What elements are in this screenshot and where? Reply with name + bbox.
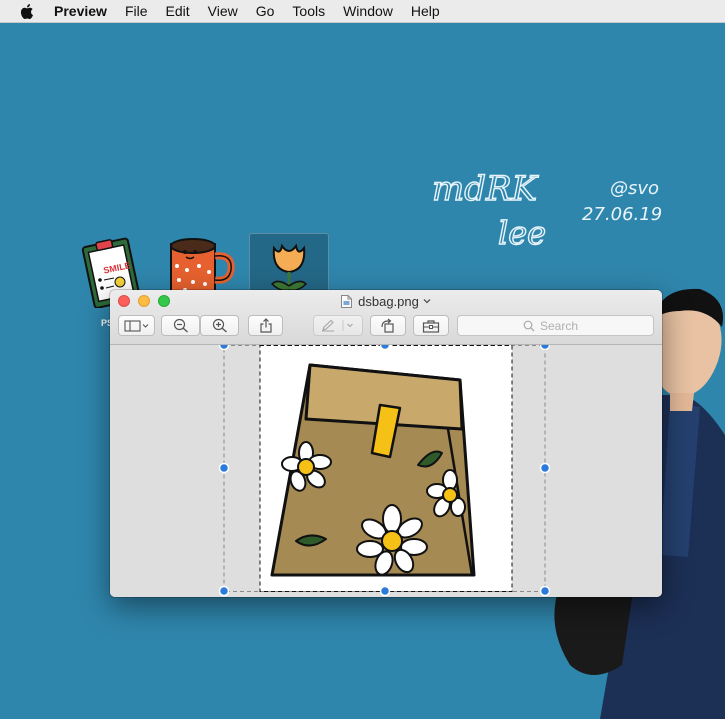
menu-tools[interactable]: Tools <box>292 3 325 19</box>
image-selection-area[interactable] <box>110 345 662 597</box>
menu-app-preview[interactable]: Preview <box>54 3 107 19</box>
markup-button[interactable] <box>313 315 363 336</box>
pen-icon <box>322 319 353 332</box>
share-button[interactable] <box>248 315 283 336</box>
toolbox-button[interactable] <box>413 315 449 336</box>
signature-date: 27.06.19 <box>582 204 662 225</box>
zoom-out-button[interactable] <box>161 315 200 336</box>
png-document-icon <box>341 294 353 308</box>
menu-edit[interactable]: Edit <box>166 3 190 19</box>
share-icon <box>259 318 272 333</box>
coffee-mug-icon[interactable] <box>165 236 237 296</box>
signature-surname: lee <box>498 214 546 252</box>
zoom-in-icon <box>212 318 227 333</box>
rotate-button[interactable] <box>370 315 406 336</box>
rotate-icon <box>381 318 394 333</box>
signature-tag: @svo <box>610 178 659 199</box>
apple-logo-icon[interactable] <box>20 3 34 19</box>
sidebar-icon <box>123 319 148 332</box>
menu-go[interactable]: Go <box>256 3 275 19</box>
signature-name: mdRK <box>432 169 540 209</box>
menu-window[interactable]: Window <box>343 3 393 19</box>
menu-help[interactable]: Help <box>411 3 440 19</box>
zoom-out-icon <box>173 318 188 333</box>
handwritten-signature: mdRK lee @svo 27.06.19 <box>431 168 662 252</box>
chevron-down-icon[interactable] <box>423 298 431 304</box>
window-titlebar[interactable]: dsbag.png <box>110 290 662 345</box>
search-icon <box>523 320 535 331</box>
menu-view[interactable]: View <box>208 3 238 19</box>
tulip-flower-icon <box>270 243 308 294</box>
preview-window: dsbag.png <box>110 290 662 597</box>
zoom-in-button[interactable] <box>200 315 239 336</box>
window-title-area[interactable]: dsbag.png <box>110 292 662 310</box>
toolbox-icon <box>422 319 440 333</box>
tulip-desktop-item[interactable] <box>249 233 329 295</box>
image-canvas[interactable] <box>110 345 662 597</box>
window-title: dsbag.png <box>358 293 419 309</box>
menu-bar: Preview File Edit View Go Tools Window H… <box>0 0 725 23</box>
search-field[interactable] <box>457 315 654 336</box>
sidebar-view-button[interactable] <box>118 315 155 336</box>
menu-file[interactable]: File <box>125 3 148 19</box>
search-input[interactable] <box>540 318 588 333</box>
